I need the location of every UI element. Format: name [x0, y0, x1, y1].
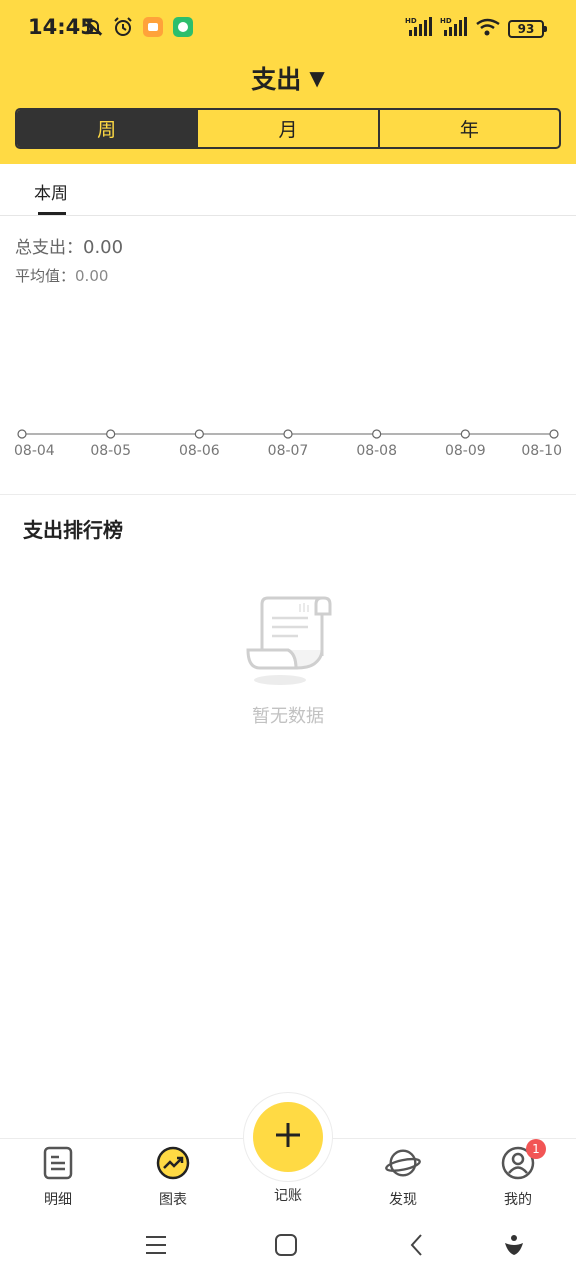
nav-label-mine: 我的: [504, 1192, 532, 1208]
x-tick-label: 08-05: [90, 443, 131, 459]
alarm-icon: [112, 16, 134, 38]
add-record-button[interactable]: [253, 1102, 323, 1172]
empty-state-text: 暂无数据: [252, 706, 324, 727]
data-point[interactable]: [283, 429, 293, 439]
tab-this-week[interactable]: 本周: [34, 179, 68, 204]
x-tick-label: 08-06: [179, 443, 220, 459]
app-notification-icon-2: [172, 16, 194, 38]
list-icon: [40, 1145, 76, 1181]
nav-label-add: 记账: [274, 1188, 302, 1204]
caret-down-icon: ▼: [309, 66, 325, 90]
average-value: 0.00: [75, 267, 109, 285]
back-icon[interactable]: [402, 1230, 432, 1260]
nav-label-chart: 图表: [159, 1192, 187, 1208]
status-bar: 14:45 HD HD 93: [0, 0, 576, 58]
data-point[interactable]: [549, 429, 559, 439]
system-nav-bar: [0, 1212, 576, 1280]
x-tick-label: 08-10: [521, 443, 562, 459]
x-tick-label: 08-09: [445, 443, 486, 459]
status-icons-left: [82, 16, 194, 38]
svg-text:HD: HD: [405, 17, 417, 25]
section-divider: [0, 494, 576, 495]
x-tick-label: 08-04: [14, 443, 55, 459]
x-tick-label: 08-07: [268, 443, 309, 459]
x-tick-label: 08-08: [356, 443, 397, 459]
empty-scroll-icon: [238, 594, 338, 686]
menu-icon[interactable]: [141, 1230, 171, 1260]
status-icons-right: HD HD 93: [405, 16, 547, 42]
tab-underline: [38, 212, 66, 215]
average-label: 平均值：: [15, 267, 76, 285]
data-point[interactable]: [372, 429, 382, 439]
chart-icon: [155, 1145, 191, 1181]
header: 14:45 HD HD 93 支出 ▼ 周 月 年: [0, 0, 576, 164]
plus-icon: [273, 1120, 303, 1154]
notification-badge: 1: [526, 1139, 546, 1159]
nav-item-chart[interactable]: 图表: [133, 1145, 213, 1209]
nav-item-detail[interactable]: 明细: [18, 1145, 98, 1209]
segment-year[interactable]: 年: [380, 110, 559, 147]
total-value: 0.00: [83, 237, 124, 258]
data-point[interactable]: [194, 429, 204, 439]
wifi-icon: [475, 16, 501, 42]
home-icon[interactable]: [271, 1230, 301, 1260]
app-notification-icon: [142, 16, 164, 38]
nav-item-mine[interactable]: 1 我的: [478, 1139, 558, 1209]
signal-icon-2: HD: [440, 16, 468, 42]
nav-label-discover: 发现: [389, 1192, 417, 1208]
page-title: 支出: [251, 65, 302, 94]
period-segmented-control: 周 月 年: [15, 108, 561, 149]
expense-line-chart: 08-04 08-05 08-06 08-07 08-08 08-09 08-10: [14, 429, 562, 459]
data-point[interactable]: [106, 429, 116, 439]
title-dropdown[interactable]: 支出 ▼: [0, 58, 576, 98]
data-point[interactable]: [17, 429, 27, 439]
signal-icon: HD: [405, 16, 433, 42]
period-tabs: 本周: [0, 164, 576, 216]
bell-off-icon: [82, 16, 104, 38]
nav-item-discover[interactable]: 发现: [363, 1145, 443, 1209]
nav-label-detail: 明细: [44, 1192, 72, 1208]
ranking-title: 支出排行榜: [23, 518, 123, 542]
segment-week[interactable]: 周: [17, 110, 199, 147]
segment-month[interactable]: 月: [198, 110, 380, 147]
battery-icon: 93: [508, 20, 547, 38]
assistant-icon[interactable]: [499, 1230, 529, 1260]
user-icon: 1: [500, 1139, 546, 1181]
planet-icon: [385, 1145, 421, 1181]
data-point[interactable]: [460, 429, 470, 439]
average-expense: 平均值：0.00: [15, 265, 108, 286]
total-expense: 总支出：0.00: [15, 233, 123, 258]
svg-text:HD: HD: [440, 17, 452, 25]
total-label: 总支出：: [15, 238, 83, 258]
